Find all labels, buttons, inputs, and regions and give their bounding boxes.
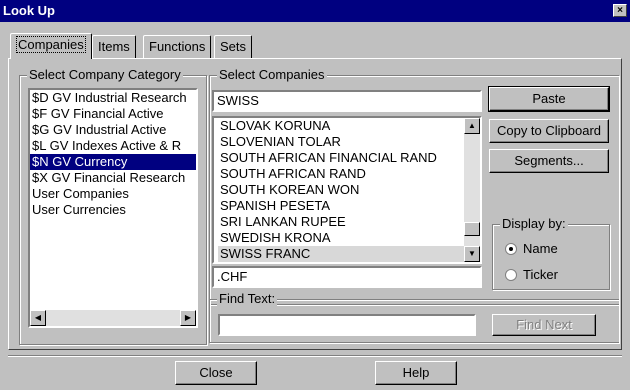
companies-vscrollbar[interactable]: ▲ ▼: [464, 118, 480, 262]
category-list-item[interactable]: $N GV Currency: [30, 154, 196, 170]
bottom-bar: Close Help: [0, 352, 630, 390]
lookup-dialog: Look Up × Companies Items Functions Sets…: [0, 0, 630, 390]
category-list-item[interactable]: User Companies: [30, 186, 196, 202]
tab-page: Select Company Category $D GV Industrial…: [8, 58, 622, 350]
divider: [8, 355, 622, 357]
help-button[interactable]: Help: [375, 361, 457, 385]
category-listbox[interactable]: $D GV Industrial Research $F GV Financial…: [28, 88, 198, 328]
company-list-item[interactable]: SOUTH AFRICAN FINANCIAL RAND: [218, 150, 464, 166]
company-list-item[interactable]: SRI LANKAN RUPEE: [218, 214, 464, 230]
company-list-item[interactable]: SLOVAK KORUNA: [218, 118, 464, 134]
company-list-item[interactable]: SWEDISH KRONA: [218, 230, 464, 246]
scroll-thumb[interactable]: [464, 222, 480, 236]
category-group-label: Select Company Category: [27, 67, 183, 82]
company-code-field: .CHF: [212, 266, 482, 288]
find-text-input[interactable]: [218, 314, 476, 336]
company-list-item[interactable]: SWISS FRANC: [218, 246, 464, 262]
company-list-item[interactable]: SOUTH KOREAN WON: [218, 182, 464, 198]
scroll-up-icon[interactable]: ▲: [464, 118, 480, 134]
company-list-item[interactable]: SLOVENIAN TOLAR: [218, 134, 464, 150]
tab-sets[interactable]: Sets: [214, 35, 253, 58]
paste-button[interactable]: Paste: [488, 86, 610, 112]
find-next-button[interactable]: Find Next: [492, 314, 596, 336]
display-by-label: Display by:: [500, 216, 568, 231]
title-bar: Look Up ×: [0, 0, 630, 22]
companies-group-label: Select Companies: [217, 67, 327, 82]
category-list-item[interactable]: $X GV Financial Research: [30, 170, 196, 186]
category-group: Select Company Category $D GV Industrial…: [19, 67, 207, 345]
display-by-ticker-option[interactable]: Ticker: [505, 267, 558, 283]
close-icon[interactable]: ×: [613, 4, 627, 17]
close-button[interactable]: Close: [175, 361, 257, 385]
scroll-down-icon[interactable]: ▼: [464, 246, 480, 262]
tab-items[interactable]: Items: [92, 35, 136, 58]
find-group: Find Text: Find Next: [209, 291, 619, 343]
company-list-item[interactable]: SOUTH AFRICAN RAND: [218, 166, 464, 182]
category-list-item[interactable]: $D GV Industrial Research: [30, 90, 196, 106]
tab-companies[interactable]: Companies: [10, 33, 92, 59]
radio-ticker[interactable]: [505, 269, 517, 281]
category-hscrollbar[interactable]: ◀ ▶: [30, 310, 196, 326]
category-list-item[interactable]: $F GV Financial Active: [30, 106, 196, 122]
company-search-input[interactable]: SWISS: [212, 90, 482, 112]
radio-name[interactable]: [505, 243, 517, 255]
copy-to-clipboard-button[interactable]: Copy to Clipboard: [489, 119, 609, 143]
category-list-item[interactable]: User Currencies: [30, 202, 196, 218]
segments-button[interactable]: Segments...: [489, 149, 609, 173]
window-title: Look Up: [3, 3, 55, 18]
tab-functions[interactable]: Functions: [143, 35, 212, 58]
category-list-item[interactable]: $L GV Indexes Active & R: [30, 138, 196, 154]
display-by-group: Display by: Name Ticker: [492, 216, 610, 290]
companies-listbox[interactable]: SLOVAK KORUNA SLOVENIAN TOLAR SOUTH AFRICA…: [212, 116, 482, 264]
company-list-item[interactable]: SPANISH PESETA: [218, 198, 464, 214]
category-list-item[interactable]: $G GV Industrial Active: [30, 122, 196, 138]
scroll-left-icon[interactable]: ◀: [30, 310, 46, 326]
scroll-right-icon[interactable]: ▶: [180, 310, 196, 326]
find-label: Find Text:: [217, 291, 278, 306]
display-by-name-option[interactable]: Name: [505, 241, 558, 257]
